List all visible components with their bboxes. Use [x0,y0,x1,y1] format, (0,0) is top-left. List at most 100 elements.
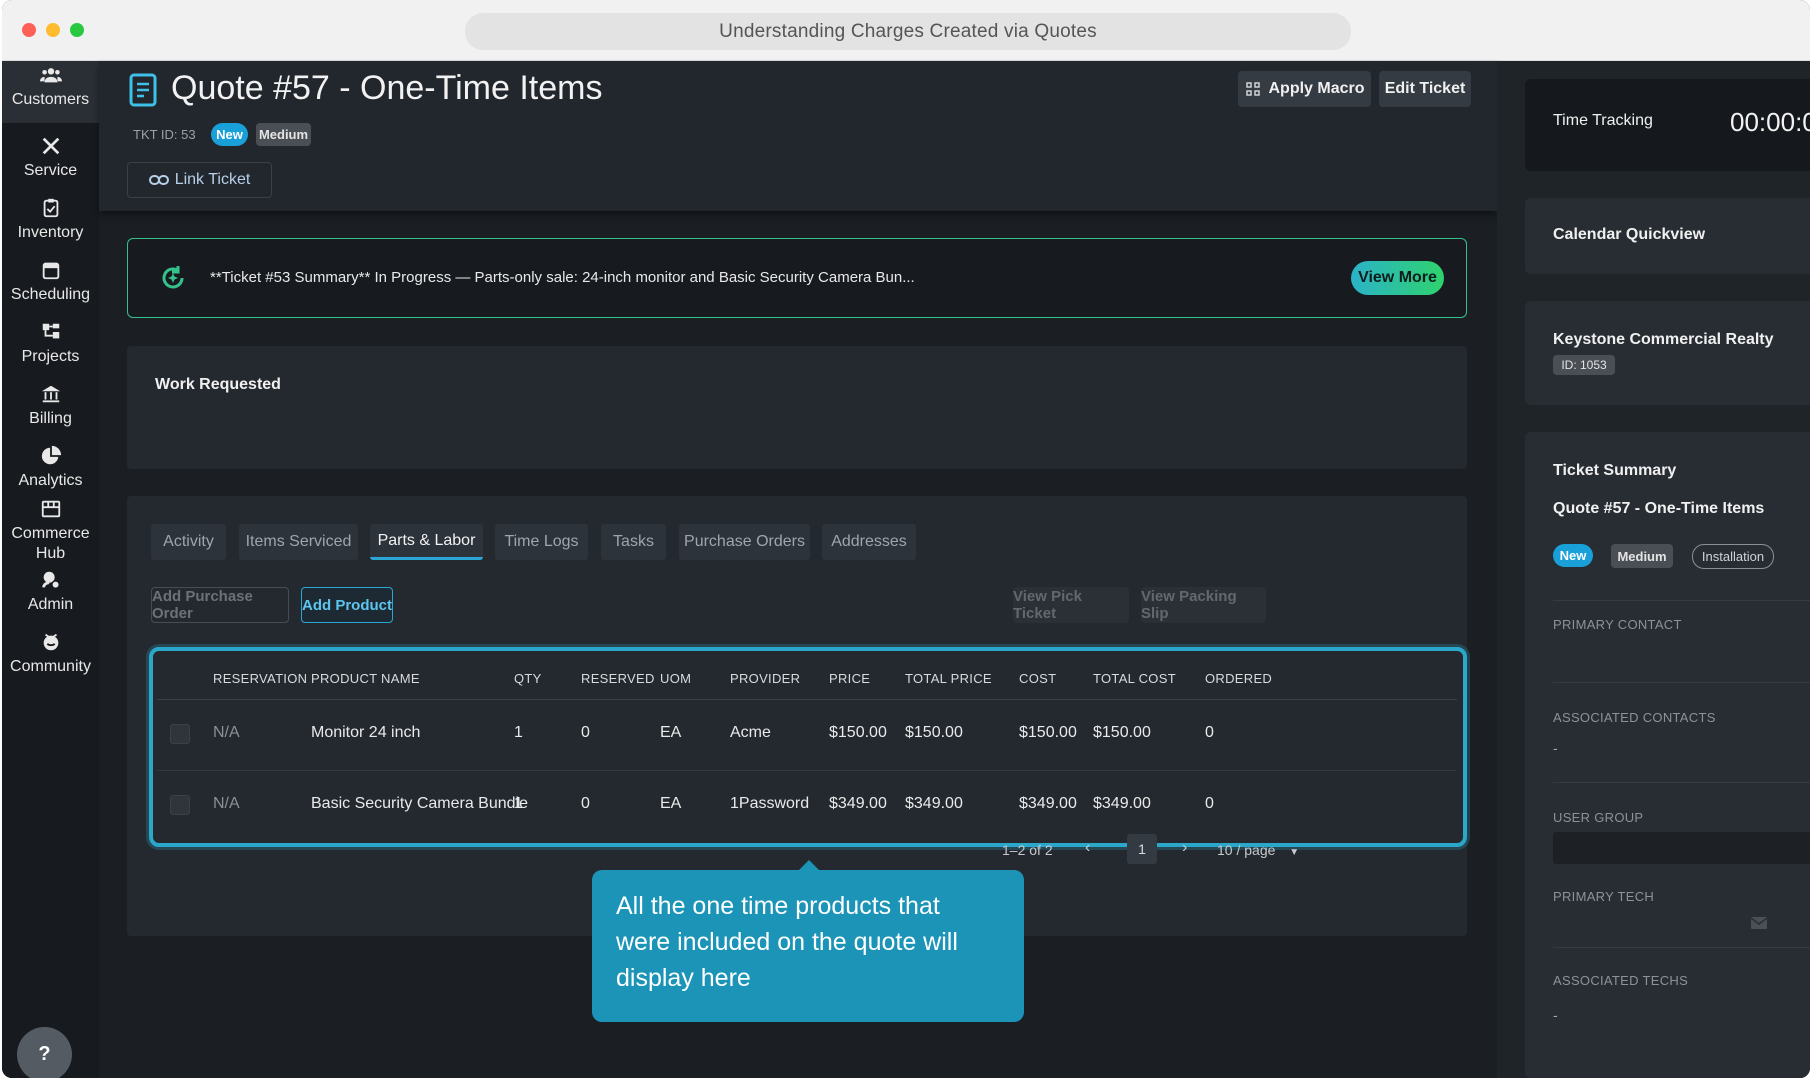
column-header: TOTAL COST [1093,671,1176,686]
parts-table: RESERVATION PRODUCT NAME QTY RESERVED UO… [149,647,1467,847]
table-cell: Acme [730,724,771,741]
header-divider [157,699,1457,700]
tab-items-serviced[interactable]: Items Serviced [239,524,358,560]
sidebar-item-customers[interactable]: Customers [2,61,99,123]
summary-text: **Ticket #53 Summary** In Progress — Par… [210,269,915,286]
sidebar-item-inventory[interactable]: Inventory [2,197,99,243]
projects-icon [42,323,59,339]
work-requested-title: Work Requested [155,376,281,393]
address-bar[interactable]: Understanding Charges Created via Quotes [465,13,1351,50]
divider [1553,682,1810,683]
column-header: QTY [514,671,542,686]
next-page-icon[interactable]: › [1182,839,1187,857]
right-panel: Time Tracking 00:00:0 Calendar Quickview… [1497,61,1810,1078]
table-cell: 1 [514,724,523,741]
column-header: COST [1019,671,1057,686]
sidebar-item-label: Commerce Hub [11,525,90,562]
sidebar-item-label: Inventory [17,224,84,241]
company-card: Keystone Commercial Realty ID: 1053 [1525,301,1810,405]
add-product-button[interactable]: Add Product [301,587,393,623]
ticket-id: TKT ID: 53 [133,127,196,142]
current-page-button[interactable]: 1 [1127,834,1157,864]
prev-page-icon[interactable]: ‹ [1085,839,1090,857]
column-header: PRODUCT NAME [311,671,420,686]
sidebar-item-analytics[interactable]: Analytics [2,445,99,491]
associated-contacts-value: - [1553,740,1558,756]
inventory-icon [43,198,58,218]
sidebar-item-label: Admin [27,596,74,613]
table-cell: $150.00 [829,724,887,741]
sidebar-item-scheduling[interactable]: Scheduling [2,259,99,305]
company-id-badge: ID: 1053 [1553,355,1615,375]
help-button[interactable]: ? [17,1027,72,1078]
row-checkbox[interactable] [170,724,190,744]
billing-icon [41,385,60,403]
minimize-window-button[interactable] [46,23,60,37]
page-size-select[interactable]: 10 / page ▼ [1217,842,1299,858]
tab-addresses[interactable]: Addresses [822,524,916,560]
ticket-summary-card: Ticket Summary Quote #57 - One-Time Item… [1525,432,1810,1078]
sidebar-item-billing[interactable]: Billing [2,383,99,429]
status-badge: New [1553,544,1593,567]
table-cell: 0 [581,795,590,812]
table-cell: EA [660,795,682,812]
primary-contact-label: PRIMARY CONTACT [1553,617,1682,632]
maximize-window-button[interactable] [70,23,84,37]
mail-icon[interactable] [1751,917,1767,929]
pagination-range: 1–2 of 2 [1002,842,1053,858]
row-divider [157,770,1457,771]
view-packing-slip-button[interactable]: View Packing Slip [1141,587,1266,623]
table-cell: $349.00 [1093,795,1151,812]
add-purchase-order-button[interactable]: Add Purchase Order [151,587,289,623]
user-group-select[interactable] [1553,832,1810,864]
primary-tech-label: PRIMARY TECH [1553,889,1655,904]
sidebar-item-commerce-hub[interactable]: Commerce Hub [2,498,99,564]
tab-tasks[interactable]: Tasks [601,524,666,560]
sidebar-item-label: Analytics [18,472,83,489]
sidebar-item-service[interactable]: Service [2,135,99,181]
table-cell: $150.00 [905,724,963,741]
sidebar-item-projects[interactable]: Projects [2,321,99,367]
close-window-button[interactable] [22,23,36,37]
sidebar-item-admin[interactable]: Admin [2,569,99,615]
table-cell: EA [660,724,682,741]
edit-ticket-button[interactable]: Edit Ticket [1379,71,1471,107]
sidebar: Customers Service Inventory Scheduling P… [2,61,99,1078]
time-tracking-label: Time Tracking [1553,112,1653,129]
associated-techs-label: ASSOCIATED TECHS [1553,973,1689,988]
column-header: UOM [660,671,692,686]
link-ticket-label: Link Ticket [174,171,251,188]
sidebar-item-label: Projects [21,348,80,365]
divider [1553,947,1810,948]
store-icon [41,500,60,518]
ticket-summary-label: Ticket Summary [1553,462,1677,479]
tab-time-logs[interactable]: Time Logs [495,524,588,560]
tab-activity[interactable]: Activity [151,524,226,560]
tab-parts-labor[interactable]: Parts & Labor [370,524,483,560]
sidebar-item-label: Customers [11,91,90,108]
column-header: PROVIDER [730,671,801,686]
associated-techs-value: - [1553,1007,1558,1023]
row-checkbox[interactable] [170,795,190,815]
table-cell: $349.00 [1019,795,1077,812]
refresh-sparkle-icon [162,266,184,289]
view-pick-ticket-button[interactable]: View Pick Ticket [1013,587,1129,623]
tab-purchase-orders[interactable]: Purchase Orders [679,524,810,560]
user-group-label: USER GROUP [1553,810,1644,825]
table-cell: N/A [213,724,240,741]
calendar-quickview-card[interactable]: Calendar Quickview [1525,198,1810,274]
company-name[interactable]: Keystone Commercial Realty [1553,331,1774,349]
quote-document-icon [129,73,157,107]
sidebar-item-label: Billing [29,410,72,427]
work-requested-card: Work Requested [127,346,1467,469]
link-ticket-button[interactable]: Link Ticket [127,162,272,198]
view-more-button[interactable]: View More [1351,261,1444,295]
ai-summary-banner: **Ticket #53 Summary** In Progress — Par… [127,238,1467,318]
apply-macro-button[interactable]: Apply Macro [1238,71,1371,107]
sidebar-item-label: Scheduling [10,286,91,303]
sidebar-item-community[interactable]: Community [2,631,99,677]
callout-arrow [799,860,819,870]
table-cell: 0 [1205,724,1214,741]
column-header: ORDERED [1205,671,1273,686]
ticket-summary-title: Quote #57 - One-Time Items [1553,500,1765,517]
